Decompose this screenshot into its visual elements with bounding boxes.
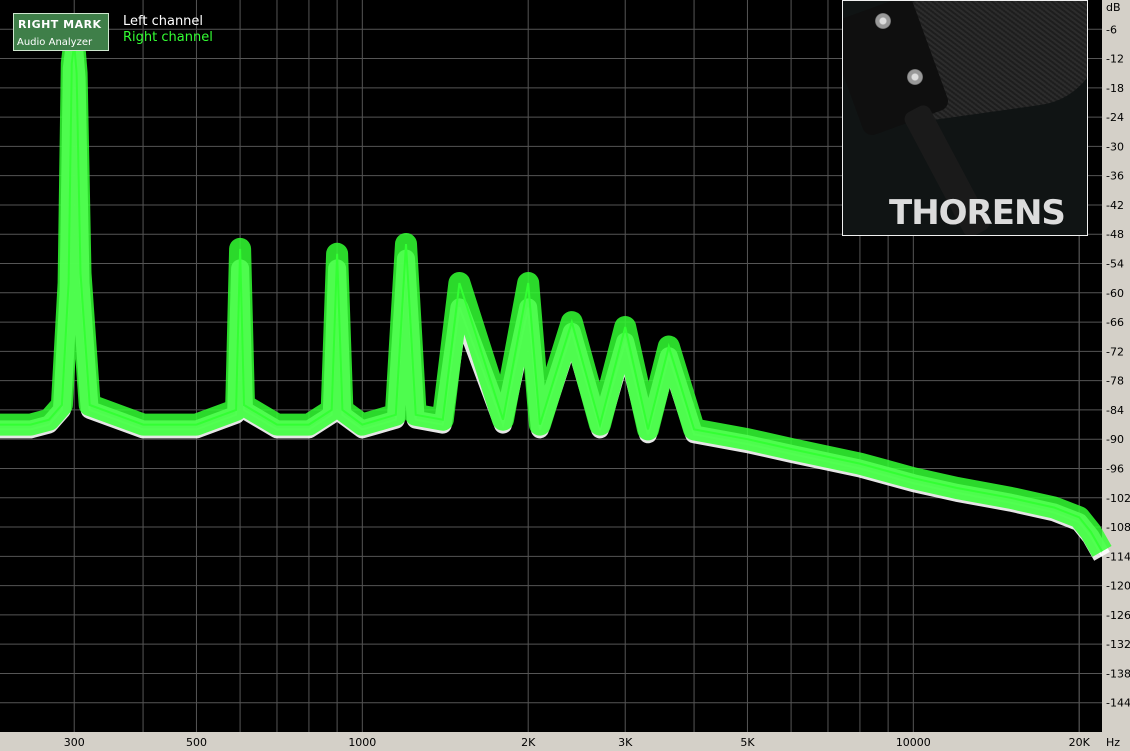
- x-tick-label: 10000: [896, 736, 931, 749]
- y-tick-label: -126: [1106, 609, 1130, 622]
- y-tick-label: -48: [1106, 228, 1124, 241]
- x-tick-label: 2K: [521, 736, 536, 749]
- thorens-label: THORENS: [889, 193, 1066, 233]
- y-tick-label: -144: [1106, 697, 1130, 710]
- y-tick-label: -60: [1106, 287, 1124, 300]
- x-tick-label: 1000: [348, 736, 376, 749]
- y-tick-label: -114: [1106, 550, 1130, 563]
- y-tick-label: -138: [1106, 667, 1130, 680]
- x-tick-label: 300: [64, 736, 85, 749]
- legend-right-channel: Right channel: [123, 30, 213, 45]
- y-tick-label: -18: [1106, 82, 1124, 95]
- y-tick-label: -84: [1106, 404, 1124, 417]
- y-tick-label: -120: [1106, 580, 1130, 593]
- y-tick-label: -42: [1106, 199, 1124, 212]
- turntable-photo-inset: THORENS: [842, 0, 1088, 236]
- y-tick-label: -54: [1106, 258, 1124, 271]
- legend-left-channel: Left channel: [123, 14, 204, 29]
- y-tick-label: -96: [1106, 462, 1124, 475]
- logo-line2: Audio Analyzer: [17, 37, 93, 48]
- logo-line1: RIGHT MARK: [18, 18, 102, 31]
- screw-icon: [907, 69, 923, 85]
- y-tick-label: -24: [1106, 111, 1124, 124]
- y-tick-label: -12: [1106, 53, 1124, 66]
- screw-icon: [875, 13, 891, 29]
- y-tick-label: -36: [1106, 170, 1124, 183]
- y-axis-unit: dB: [1106, 1, 1121, 14]
- y-tick-label: -78: [1106, 375, 1124, 388]
- y-tick-label: -6: [1106, 23, 1117, 36]
- x-tick-label: 500: [186, 736, 207, 749]
- y-tick-label: -132: [1106, 638, 1130, 651]
- x-tick-label: 20K: [1069, 736, 1091, 749]
- y-tick-label: -72: [1106, 345, 1124, 358]
- y-tick-label: -66: [1106, 316, 1124, 329]
- x-axis-unit: Hz: [1106, 736, 1120, 749]
- y-tick-label: -30: [1106, 140, 1124, 153]
- x-tick-label: 5K: [740, 736, 755, 749]
- x-tick-label: 3K: [618, 736, 633, 749]
- y-tick-label: -90: [1106, 433, 1124, 446]
- y-tick-label: -108: [1106, 521, 1130, 534]
- rightmark-logo: RIGHT MARK Audio Analyzer: [13, 13, 109, 51]
- y-tick-label: -102: [1106, 492, 1130, 505]
